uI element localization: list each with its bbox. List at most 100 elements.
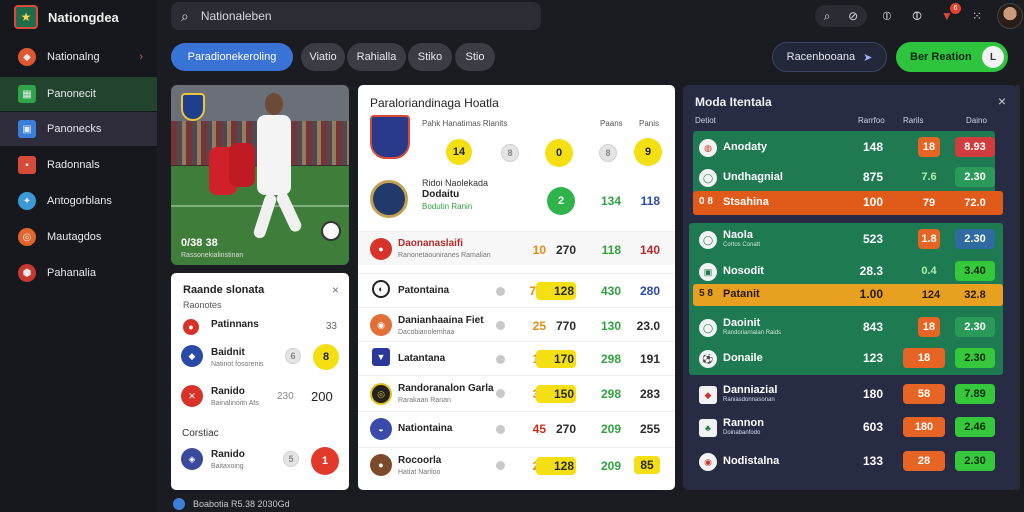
sidebar-item-2[interactable]: ▦ Panonecit (0, 77, 157, 111)
notification-icon[interactable]: ▼ 6 (937, 3, 961, 26)
table-row[interactable]: ◐ Patontaina 7.4 128 430 280 (358, 273, 675, 307)
table-row-highlight[interactable]: 0 8 Stsahina 100 79 72.0 (693, 191, 1003, 215)
odds-value[interactable]: 603 (843, 420, 883, 434)
pick-value[interactable]: 200 (311, 389, 333, 404)
table-row[interactable]: ◯ Undhagnial 875 7.6 2.30 (693, 163, 1003, 193)
odds-value[interactable]: 191 (620, 352, 660, 366)
search-input[interactable]: ⌕ Nationaleben (171, 2, 541, 30)
odds-chip[interactable]: 180 (903, 417, 945, 437)
odds-value[interactable]: 209 (581, 422, 621, 436)
scrollbar[interactable] (1015, 85, 1020, 490)
table-row[interactable]: ▼ Latantana 15 170 298 191 (358, 341, 675, 375)
odds-chip[interactable]: 72.0 (955, 193, 995, 213)
odds-value[interactable]: 118 (620, 194, 660, 208)
odds-chip[interactable]: 2.30 (955, 451, 995, 471)
filter-pill-5[interactable]: Stio (455, 43, 495, 71)
odds-chip[interactable]: 7.89 (955, 384, 995, 404)
odds-chip[interactable]: 79 (918, 193, 940, 213)
sidebar-item-6[interactable]: ◎ Mautagdos (0, 220, 157, 254)
sidebar-item-5[interactable]: ✦ Antogorblans (0, 184, 157, 218)
odds-chip[interactable]: 124 (918, 285, 944, 305)
odds-chip[interactable]: 2.30 (955, 229, 995, 249)
odds-value[interactable]: 128 (536, 282, 576, 300)
odds-button[interactable]: 8 (501, 144, 519, 162)
filter-pill-3[interactable]: Rahialla (347, 43, 406, 71)
odds-value[interactable]: 28.3 (843, 264, 883, 278)
odds-value[interactable]: 100 (843, 195, 883, 209)
odds-value[interactable]: 85 (634, 456, 660, 474)
table-row[interactable]: ◯ Naola Cortos Conatt 523 1.8 2.30 (693, 225, 1003, 255)
table-row[interactable]: ♣ Rannon Doinabanfodo 603 180 2.46 (693, 413, 1003, 443)
odds-button[interactable]: 0 (545, 139, 573, 167)
odds-chip[interactable]: 18 (918, 137, 940, 157)
odds-value[interactable]: 130 (581, 319, 621, 333)
odds-chip[interactable]: 2.46 (955, 417, 995, 437)
table-row[interactable]: ◆ Danniazial Raniasdonnasonan 180 58 7.8… (693, 380, 1003, 410)
search-toggle[interactable]: ⌕ ⊘ (815, 5, 867, 27)
odds-button[interactable]: 8 (599, 144, 617, 162)
odds-value[interactable]: 298 (581, 352, 621, 366)
odds-value[interactable]: 170 (536, 350, 576, 368)
pick-button[interactable]: 8 (313, 344, 339, 370)
odds-value[interactable]: 150 (536, 385, 576, 403)
odds-value[interactable]: 180 (843, 387, 883, 401)
odds-value[interactable]: 430 (581, 284, 621, 298)
table-row-highlight[interactable]: 5 8 Patanit 1.00 124 32.8 (693, 284, 1003, 306)
odds-chip[interactable]: 1.8 (918, 229, 940, 249)
sidebar-item-7[interactable]: ⬢ Pahanalia (0, 256, 157, 290)
odds-value[interactable]: 5 (283, 451, 299, 467)
table-row[interactable]: ◎ Randoranalon Garla Rarakaan Ranan 33 1… (358, 375, 675, 409)
list-item[interactable]: ◈ Ranido Baitaxoing 5 1 (181, 446, 341, 476)
table-row[interactable]: ⚽ Donaile 123 18 2.30 (693, 344, 1003, 374)
odds-chip[interactable]: 2.30 (955, 317, 995, 337)
odds-value[interactable]: 128 (536, 457, 576, 475)
odds-chip[interactable]: 2.30 (955, 348, 995, 368)
odds-value[interactable]: 283 (620, 387, 660, 401)
table-row[interactable]: ◍ Anodaty 148 18 8.93 (693, 133, 1003, 163)
odds-value[interactable]: 770 (536, 319, 576, 333)
odds-value[interactable]: 298 (581, 387, 621, 401)
odds-value[interactable]: 280 (620, 284, 660, 298)
sidebar-item-3[interactable]: ▣ Panonecks (0, 112, 157, 146)
hero-match-image[interactable]: 0/38 38 Rassonekialinstinan (171, 85, 349, 265)
odds-button[interactable]: 9 (634, 138, 662, 166)
apps-grid-icon[interactable]: ⁙ (967, 6, 987, 26)
odds-chip[interactable]: 3.40 (955, 261, 995, 281)
odds-value[interactable]: 255 (620, 422, 660, 436)
odds-button[interactable]: 14 (446, 139, 472, 165)
stats-icon[interactable]: ⦶ (877, 6, 897, 26)
list-item[interactable]: ✕ Ranido Bainalinoitn Ats 230 200 (181, 383, 341, 413)
close-icon[interactable]: × (332, 283, 339, 297)
sidebar-item-4[interactable]: ▪ Radonnals (0, 148, 157, 182)
odds-chip[interactable]: 0.4 (918, 261, 940, 281)
table-row[interactable]: ● Rocoorla Hatiat Nariloo 25 128 209 85 (358, 447, 675, 481)
odds-value[interactable]: 843 (843, 320, 883, 334)
table-row[interactable]: ● Daonanaslaifi Ranonetaouniranes Ramali… (358, 231, 675, 265)
odds-value[interactable]: 148 (843, 140, 883, 154)
table-row[interactable]: ◉ Danianhaaina Fiet Dacobianolemhaa 25 7… (358, 307, 675, 341)
table-row[interactable]: ◯ Daoinit Randoriarnalan Raids 843 18 2.… (693, 313, 1003, 343)
odds-value[interactable]: 123 (843, 351, 883, 365)
odds-chip[interactable]: 58 (903, 384, 945, 404)
odds-value[interactable]: 1.00 (843, 287, 883, 301)
odds-value[interactable]: 523 (843, 232, 883, 246)
odds-chip[interactable]: 2.30 (955, 167, 995, 187)
odds-value[interactable]: 23.0 (620, 319, 660, 333)
list-item[interactable]: ◆ Baidnit Natinot fosorenis 6 8 (181, 344, 341, 374)
odds-chip[interactable]: 8.93 (955, 137, 995, 157)
odds-chip[interactable]: 18 (918, 317, 940, 337)
odds-button[interactable]: 2 (547, 187, 575, 215)
odds-value[interactable]: 270 (536, 243, 576, 257)
filter-pill-2[interactable]: Viatio (301, 43, 345, 71)
pick-button[interactable]: 1 (311, 447, 339, 475)
primary-action-button[interactable]: Ber Reation L (896, 42, 1008, 72)
filter-pill-1[interactable]: Paradionekeroling (171, 43, 293, 71)
brand[interactable]: ★ Nationgdea (14, 4, 119, 30)
odds-value[interactable]: 270 (536, 422, 576, 436)
avatar[interactable] (997, 3, 1023, 29)
odds-chip[interactable]: 32.8 (955, 285, 995, 305)
odds-chip[interactable]: 28 (903, 451, 945, 471)
odds-chip[interactable]: 7.6 (918, 167, 940, 187)
odds-value[interactable]: 875 (843, 170, 883, 184)
table-row[interactable]: ◒ Nationtaina 45 270 209 255 (358, 411, 675, 445)
